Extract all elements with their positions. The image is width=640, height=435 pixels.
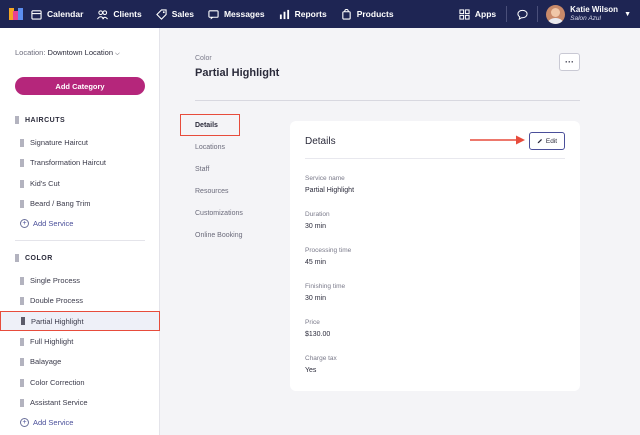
tab-details[interactable]: Details xyxy=(180,114,240,136)
field-value: Yes xyxy=(305,367,317,374)
drag-handle-icon[interactable] xyxy=(20,378,24,387)
chat-bubble-icon xyxy=(517,9,528,20)
drag-handle-icon[interactable] xyxy=(20,398,24,407)
nav-reports[interactable]: Reports xyxy=(279,9,327,20)
page-title: Partial Highlight xyxy=(195,67,280,79)
top-nav: Calendar Clients Sales Messages Reports … xyxy=(0,0,640,28)
sidebar: Location: Downtown Location ⌵ Add Catego… xyxy=(0,28,160,435)
sales-tag-icon xyxy=(155,8,167,20)
chevron-down-icon[interactable]: ▼ xyxy=(624,11,631,18)
drag-handle-icon[interactable] xyxy=(20,138,24,147)
field-label: Finishing time xyxy=(305,283,346,290)
drag-handle-icon[interactable] xyxy=(21,317,25,325)
service-item[interactable]: Color Correction xyxy=(20,378,85,387)
service-item[interactable]: Full Highlight xyxy=(20,337,73,346)
drag-handle-icon[interactable] xyxy=(20,276,24,285)
user-menu[interactable]: Katie Wilson Salon Azul xyxy=(570,5,618,23)
field-value: 30 min xyxy=(305,295,327,302)
location-value: Downtown Location xyxy=(47,48,114,57)
tab-online-booking[interactable]: Online Booking xyxy=(195,232,242,239)
card-divider xyxy=(305,158,565,159)
salon-name: Salon Azul xyxy=(570,15,601,22)
service-item[interactable]: Balayage xyxy=(20,357,61,366)
service-item[interactable]: Double Process xyxy=(20,296,83,305)
section-color[interactable]: COLOR xyxy=(15,254,53,262)
header-divider xyxy=(195,100,580,101)
field-label: Processing time xyxy=(305,247,352,254)
service-item[interactable]: Transformation Haircut xyxy=(20,158,106,167)
chat-button[interactable] xyxy=(507,9,537,20)
category-label: Color xyxy=(195,55,212,62)
nav-clients[interactable]: Clients xyxy=(97,9,142,20)
drag-handle-icon[interactable] xyxy=(20,179,24,188)
products-bag-icon xyxy=(341,8,351,20)
drag-handle-icon[interactable] xyxy=(15,254,19,262)
nav-messages[interactable]: Messages xyxy=(208,9,265,20)
field-value: $130.00 xyxy=(305,331,331,338)
drag-handle-icon[interactable] xyxy=(20,337,24,346)
service-item-selected[interactable]: Partial Highlight xyxy=(0,311,160,331)
service-item[interactable]: Assistant Service xyxy=(20,398,88,407)
user-name: Katie Wilson xyxy=(570,5,619,14)
field-value: 45 min xyxy=(305,259,327,266)
nav-sales[interactable]: Sales xyxy=(155,8,194,20)
nav-calendar[interactable]: Calendar xyxy=(31,9,83,20)
apps-grid-icon xyxy=(459,8,470,20)
card-title: Details xyxy=(305,136,336,147)
nav-apps[interactable]: Apps xyxy=(459,8,496,20)
edit-button[interactable]: Edit xyxy=(529,132,565,150)
section-divider xyxy=(15,240,145,241)
clients-icon xyxy=(97,9,109,19)
section-haircuts[interactable]: HAIRCUTS xyxy=(15,116,65,124)
brand-logo-icon[interactable] xyxy=(9,8,23,20)
drag-handle-icon[interactable] xyxy=(15,116,19,124)
field-value: 30 min xyxy=(305,223,327,230)
pencil-icon xyxy=(537,138,542,144)
service-item[interactable]: Kid's Cut xyxy=(20,179,60,188)
service-item[interactable]: Signature Haircut xyxy=(20,138,88,147)
plus-icon: + xyxy=(20,418,29,427)
tab-customizations[interactable]: Customizations xyxy=(195,210,243,217)
add-service-haircuts[interactable]: + Add Service xyxy=(20,219,73,228)
drag-handle-icon[interactable] xyxy=(20,296,24,305)
field-label: Duration xyxy=(305,211,330,218)
service-item[interactable]: Beard / Bang Trim xyxy=(20,199,90,208)
drag-handle-icon[interactable] xyxy=(20,357,24,366)
nav-right: Apps Katie Wilson Salon Azul ▼ xyxy=(459,0,640,28)
chevron-down-icon: ⌵ xyxy=(115,51,120,57)
messages-icon xyxy=(208,9,219,20)
tab-locations[interactable]: Locations xyxy=(195,144,225,151)
service-item[interactable]: Single Process xyxy=(20,276,80,285)
calendar-icon xyxy=(31,9,42,20)
details-card: Details Edit Service name Partial Highli… xyxy=(290,121,580,391)
add-category-button[interactable]: Add Category xyxy=(15,77,145,95)
tab-resources[interactable]: Resources xyxy=(195,188,228,195)
drag-handle-icon[interactable] xyxy=(20,199,24,208)
drag-handle-icon[interactable] xyxy=(20,158,24,167)
plus-icon: + xyxy=(20,219,29,228)
field-label: Price xyxy=(305,319,320,326)
field-label: Service name xyxy=(305,175,345,182)
user-avatar[interactable] xyxy=(546,4,566,24)
more-options-button[interactable]: ··· xyxy=(559,53,580,71)
tab-staff[interactable]: Staff xyxy=(195,166,209,173)
nav-separator xyxy=(537,6,539,22)
nav-products[interactable]: Products xyxy=(341,8,394,20)
location-selector[interactable]: Location: Downtown Location ⌵ xyxy=(15,48,120,58)
add-service-color[interactable]: + Add Service xyxy=(20,418,73,427)
reports-chart-icon xyxy=(279,9,289,19)
field-value: Partial Highlight xyxy=(305,187,355,194)
annotation-arrow-icon xyxy=(470,135,525,145)
location-label: Location: xyxy=(15,48,46,57)
field-label: Charge tax xyxy=(305,355,337,362)
